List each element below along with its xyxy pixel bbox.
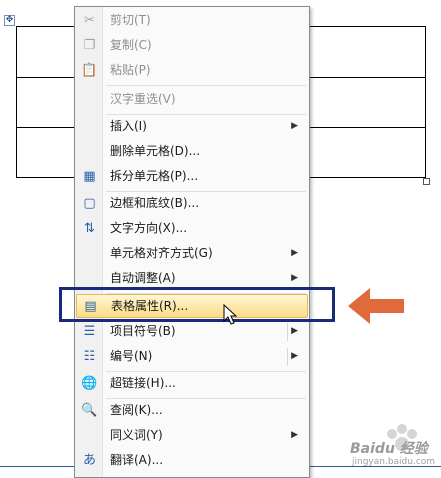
submenu-arrow-icon: ▶: [291, 121, 298, 131]
watermark-text: Baidu 经验: [350, 441, 428, 457]
menu-item-research[interactable]: 🔍 查阅(K)...: [76, 399, 308, 423]
menu-item-label: 超链接(H)...: [110, 376, 176, 390]
menu-item-label: 删除单元格(D)...: [110, 144, 201, 158]
menu-item-borders-shading[interactable]: ▢ 边框和底纹(B)...: [76, 192, 308, 216]
hyperlink-icon: 🌐: [81, 376, 98, 391]
numbering-icon: ☷: [83, 349, 96, 364]
menu-item-split-cells[interactable]: ▦ 拆分单元格(P)...: [76, 165, 308, 189]
submenu-arrow-icon: ▶: [291, 326, 298, 336]
table-move-handle-icon[interactable]: ✥: [4, 15, 15, 26]
scissors-icon: ✂: [84, 13, 95, 28]
menu-item-label: 边框和底纹(B)...: [110, 196, 200, 210]
submenu-arrow-icon: ▶: [291, 430, 298, 440]
menu-item-label: 项目符号(B): [110, 324, 176, 338]
menu-item-label: 单元格对齐方式(G): [110, 246, 213, 260]
menu-item-label: 拆分单元格(P)...: [110, 169, 199, 183]
context-menu: ✂ 剪切(T) ❐ 复制(C) 📋 粘贴(P) 汉字重选(V) 插入(I) ▶ …: [74, 6, 310, 478]
menu-item-copy[interactable]: ❐ 复制(C): [76, 34, 308, 58]
menu-item-bullets[interactable]: ☰ 项目符号(B) ▶: [76, 320, 308, 344]
menu-item-cut[interactable]: ✂ 剪切(T): [76, 9, 308, 33]
menu-item-label: 文字方向(X)...: [110, 221, 188, 235]
submenu-arrow-icon: ▶: [291, 273, 298, 283]
bullets-icon: ☰: [83, 324, 96, 339]
menu-item-label: 粘贴(P): [110, 63, 151, 77]
menu-item-label: 编号(N): [110, 349, 153, 363]
research-icon: 🔍: [81, 403, 98, 418]
menu-item-translate[interactable]: あ 翻译(A)...: [76, 449, 308, 473]
pointer-arrow-icon: [348, 288, 404, 324]
menu-item-label: 汉字重选(V): [110, 92, 176, 106]
menu-item-hyperlink[interactable]: 🌐 超链接(H)...: [76, 372, 308, 396]
menu-item-delete-cells[interactable]: 删除单元格(D)...: [76, 140, 308, 164]
menu-item-reconvert[interactable]: 汉字重选(V): [76, 88, 308, 112]
translate-icon: あ: [82, 453, 96, 468]
submenu-arrow-icon: ▶: [291, 248, 298, 258]
menu-item-label: 插入(I): [110, 119, 147, 133]
menu-item-label: 复制(C): [110, 38, 152, 52]
menu-item-synonyms[interactable]: 同义词(Y) ▶: [76, 424, 308, 448]
text-direction-icon: ⇅: [84, 221, 95, 236]
menu-item-paste[interactable]: 📋 粘贴(P): [76, 59, 308, 83]
menu-item-label: 自动调整(A): [110, 271, 176, 285]
menu-item-label: 剪切(T): [110, 13, 151, 27]
table-resize-handle[interactable]: [423, 178, 430, 185]
menu-item-insert[interactable]: 插入(I) ▶: [76, 115, 308, 139]
menu-item-label: 翻译(A)...: [110, 453, 164, 467]
menu-item-label: 查阅(K)...: [110, 403, 163, 417]
split-button-divider: [287, 348, 288, 366]
submenu-arrow-icon: ▶: [291, 351, 298, 361]
split-cells-icon: ▦: [83, 169, 96, 184]
menu-item-numbering[interactable]: ☷ 编号(N) ▶: [76, 345, 308, 369]
highlight-box: [59, 287, 335, 322]
watermark-url: jingyan.baidu.com: [352, 457, 436, 467]
borders-icon: ▢: [83, 196, 96, 211]
split-button-divider: [287, 323, 288, 341]
paste-icon: 📋: [81, 63, 98, 78]
copy-icon: ❐: [83, 38, 96, 53]
menu-item-cell-alignment[interactable]: 单元格对齐方式(G) ▶: [76, 242, 308, 266]
menu-separator: [106, 85, 306, 86]
menu-item-text-direction[interactable]: ⇅ 文字方向(X)...: [76, 217, 308, 241]
mouse-cursor-icon: [223, 304, 238, 325]
menu-item-label: 同义词(Y): [110, 428, 163, 442]
